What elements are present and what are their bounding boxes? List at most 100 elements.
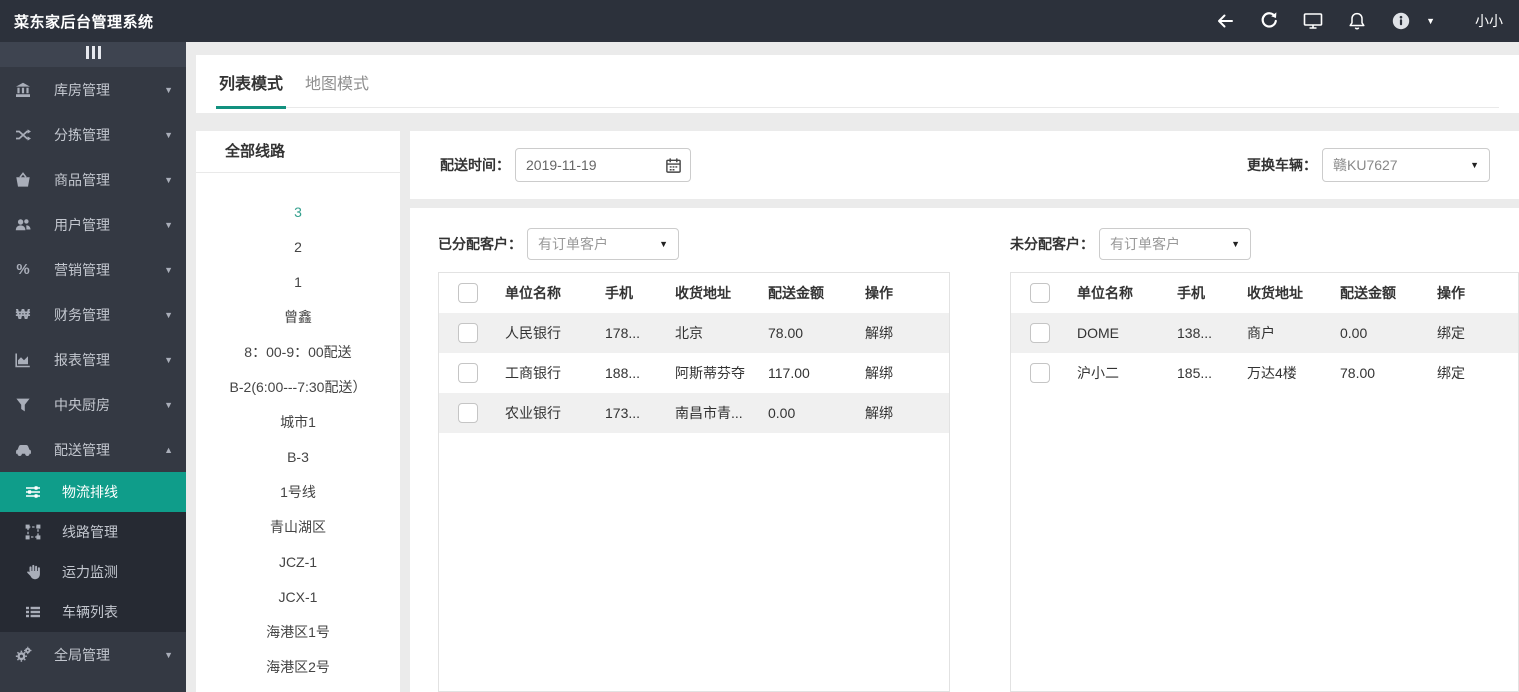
back-icon[interactable] [1214,10,1236,32]
row-checkbox[interactable] [458,363,478,383]
info-icon[interactable] [1390,10,1412,32]
main-content: 列表模式 地图模式 全部线路 3 2 1 曾鑫 8：00-9：00配送 B-2(… [186,42,1519,692]
monitor-icon[interactable] [1302,10,1324,32]
sidebar-subitem-vehicle-list[interactable]: 车辆列表 [0,592,186,632]
select-all-checkbox[interactable] [458,283,478,303]
refresh-icon[interactable] [1258,10,1280,32]
route-item[interactable]: 城市1 [196,405,400,440]
cell-name: 农业银行 [497,403,597,423]
vehicle-select[interactable]: 赣KU7627 ▼ [1322,148,1490,182]
column-header: 手机 [597,283,667,303]
column-header: 收货地址 [667,283,760,303]
sidebar-subitem-label: 运力监测 [62,562,118,582]
sidebar-subitem-route-management[interactable]: 线路管理 [0,512,186,552]
cell-name: 沪小二 [1069,363,1169,383]
unassigned-customers-section: 未分配客户： 有订单客户 ▼ 单位名称 手机 收货地址 配送金额 操作 DOM [1010,228,1519,692]
username[interactable]: 小小 [1475,11,1503,31]
sidebar: 库房管理 ▼ 分拣管理 ▼ 商品管理 ▼ 用户管理 ▼ % 营销管 [0,42,186,692]
route-item[interactable]: 1 [196,265,400,300]
row-checkbox[interactable] [458,323,478,343]
chevron-up-icon: ▲ [164,445,173,455]
table-row: DOME 138... 商户 0.00 绑定 [1011,313,1518,353]
sidebar-collapse-toggle[interactable] [0,42,186,67]
sidebar-item-sorting[interactable]: 分拣管理 ▼ [0,112,186,157]
select-caret-icon: ▼ [659,239,668,249]
route-item[interactable]: 1号线 [196,475,400,510]
sidebar-item-global[interactable]: 全局管理 ▼ [0,632,186,677]
route-item[interactable]: 2 [196,230,400,265]
cell-name: 人民银行 [497,323,597,343]
assigned-filter-select[interactable]: 有订单客户 ▼ [527,228,679,260]
bell-icon[interactable] [1346,10,1368,32]
unassigned-customers-table: 单位名称 手机 收货地址 配送金额 操作 DOME 138... 商户 0.00… [1010,272,1519,692]
route-item[interactable]: 3 [196,195,400,230]
sidebar-item-users[interactable]: 用户管理 ▼ [0,202,186,247]
select-caret-icon: ▼ [1231,239,1240,249]
filter-panel: 配送时间： 2019-11-19 更换车辆： 赣KU7627 ▼ [410,131,1519,199]
route-item[interactable]: 8：00-9：00配送 [196,335,400,370]
sidebar-item-label: 报表管理 [54,350,110,370]
sidebar-item-label: 商品管理 [54,170,110,190]
route-item[interactable]: JCX-1 [196,580,400,615]
app-title: 菜东家后台管理系统 [14,11,154,32]
sidebar-item-warehouse[interactable]: 库房管理 ▼ [0,67,186,112]
chevron-down-icon: ▼ [164,130,173,140]
row-checkbox[interactable] [1030,323,1050,343]
column-header: 操作 [1429,283,1518,303]
chevron-down-icon: ▼ [164,400,173,410]
route-item[interactable]: 海港区1号 [196,615,400,650]
sidebar-item-label: 财务管理 [54,305,110,325]
delivery-date-value: 2019-11-19 [526,157,597,173]
sidebar-subitem-logistics-routing[interactable]: 物流排线 [0,472,186,512]
unassigned-filter-select[interactable]: 有订单客户 ▼ [1099,228,1251,260]
sidebar-subitem-label: 线路管理 [62,522,118,542]
cell-amount: 78.00 [1332,365,1429,381]
delivery-submenu: 物流排线 线路管理 运力监测 车辆列表 [0,472,186,632]
route-item[interactable]: JCZ-1 [196,545,400,580]
unassigned-customers-label: 未分配客户： [1010,234,1094,254]
collapse-icon [84,46,102,64]
unbind-link[interactable]: 解绑 [865,405,893,421]
cell-address: 阿斯蒂芬夺 [667,363,760,383]
percent-icon: % [14,261,32,279]
chevron-down-icon: ▼ [164,175,173,185]
unbind-link[interactable]: 解绑 [865,365,893,381]
bind-link[interactable]: 绑定 [1437,325,1465,341]
select-all-checkbox[interactable] [1030,283,1050,303]
route-item[interactable]: B-3 [196,440,400,475]
cell-name: DOME [1069,325,1169,341]
bind-link[interactable]: 绑定 [1437,365,1465,381]
vehicle-select-value: 赣KU7627 [1333,155,1398,175]
won-icon: ₩ [14,306,32,324]
header-dropdown-caret-icon[interactable]: ▼ [1426,16,1435,26]
row-checkbox[interactable] [458,403,478,423]
sidebar-item-reports[interactable]: 报表管理 ▼ [0,337,186,382]
unbind-link[interactable]: 解绑 [865,325,893,341]
tab-list-mode[interactable]: 列表模式 [216,70,286,109]
route-item[interactable]: 海港区2号 [196,650,400,685]
sidebar-item-marketing[interactable]: % 营销管理 ▼ [0,247,186,292]
column-header: 配送金额 [760,283,857,303]
delivery-date-input[interactable]: 2019-11-19 [515,148,691,182]
sidebar-item-delivery[interactable]: 配送管理 ▲ [0,427,186,472]
sidebar-item-goods[interactable]: 商品管理 ▼ [0,157,186,202]
table-header-row: 单位名称 手机 收货地址 配送金额 操作 [439,273,949,313]
object-group-icon [24,523,42,541]
select-caret-icon: ▼ [1470,160,1479,170]
sidebar-subitem-capacity-monitor[interactable]: 运力监测 [0,552,186,592]
tab-map-mode[interactable]: 地图模式 [302,70,372,107]
route-item[interactable]: B-2(6:00---7:30配送） [196,370,400,405]
column-header: 操作 [857,283,949,303]
route-item[interactable]: 曾鑫 [196,300,400,335]
route-item[interactable]: 青山湖区 [196,510,400,545]
sidebar-item-label: 用户管理 [54,215,110,235]
sidebar-item-central-kitchen[interactable]: 中央厨房 ▼ [0,382,186,427]
column-header: 单位名称 [497,283,597,303]
bank-icon [14,81,32,99]
chevron-down-icon: ▼ [164,650,173,660]
table-row: 沪小二 185... 万达4楼 78.00 绑定 [1011,353,1518,393]
sidebar-item-finance[interactable]: ₩ 财务管理 ▼ [0,292,186,337]
row-checkbox[interactable] [1030,363,1050,383]
column-header: 单位名称 [1069,283,1169,303]
sidebar-item-label: 全局管理 [54,645,110,665]
